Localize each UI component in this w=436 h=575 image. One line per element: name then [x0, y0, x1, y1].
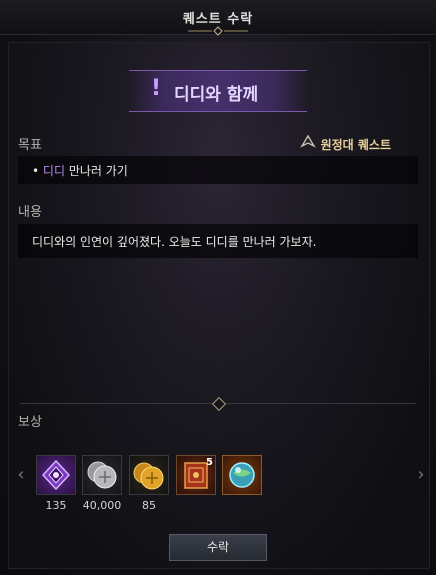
- quest-exclamation-icon: !: [151, 76, 162, 101]
- content-text: 디디와의 인연이 깊어졌다. 오늘도 디디를 만나러 가보자.: [32, 235, 317, 249]
- reward-item-gold[interactable]: [129, 455, 169, 495]
- reward-amount-gold: 85: [142, 499, 156, 512]
- objective-bullet: •: [32, 164, 40, 178]
- reward-item-crystal[interactable]: [36, 455, 76, 495]
- objective-action: 만나러 가기: [65, 164, 128, 178]
- title-bar[interactable]: 퀘스트 수락: [0, 0, 436, 36]
- reward-item-book[interactable]: 5: [176, 455, 216, 495]
- reward-heading: 보상: [18, 415, 42, 430]
- quest-accept-window: 퀘스트 수락 ! 디디와 함께 목표 원정대 퀘스트 • 디디 만나러 가기 내…: [0, 0, 436, 575]
- objective-target: 디디: [42, 164, 65, 178]
- purple-crystal-icon: [41, 459, 71, 491]
- objective-text: • 디디 만나러 가기: [32, 162, 128, 179]
- reward-item-silver[interactable]: [82, 455, 122, 495]
- reward-prev-arrow[interactable]: ‹: [14, 465, 28, 485]
- accept-button[interactable]: 수락: [169, 534, 267, 561]
- title-ornament-icon: [188, 26, 248, 36]
- objective-row: • 디디 만나러 가기: [18, 156, 418, 184]
- blue-orb-icon: [229, 462, 255, 488]
- quest-type-label: 원정대 퀘스트: [320, 138, 391, 152]
- reward-item-orb[interactable]: [222, 455, 262, 495]
- quest-title-banner: ! 디디와 함께: [129, 70, 307, 112]
- quest-name: 디디와 함께: [174, 85, 259, 105]
- content-heading: 내용: [18, 205, 42, 220]
- window-title: 퀘스트 수락: [182, 12, 254, 27]
- reward-next-arrow[interactable]: ›: [414, 465, 428, 485]
- expedition-icon: [300, 134, 316, 148]
- silver-coin-icon: [87, 461, 117, 489]
- reward-stack-count: 5: [206, 457, 213, 468]
- objective-heading: 목표: [18, 138, 42, 153]
- gold-coin-icon: [133, 462, 164, 490]
- content-box: 디디와의 인연이 깊어졌다. 오늘도 디디를 만나러 가보자.: [18, 224, 418, 258]
